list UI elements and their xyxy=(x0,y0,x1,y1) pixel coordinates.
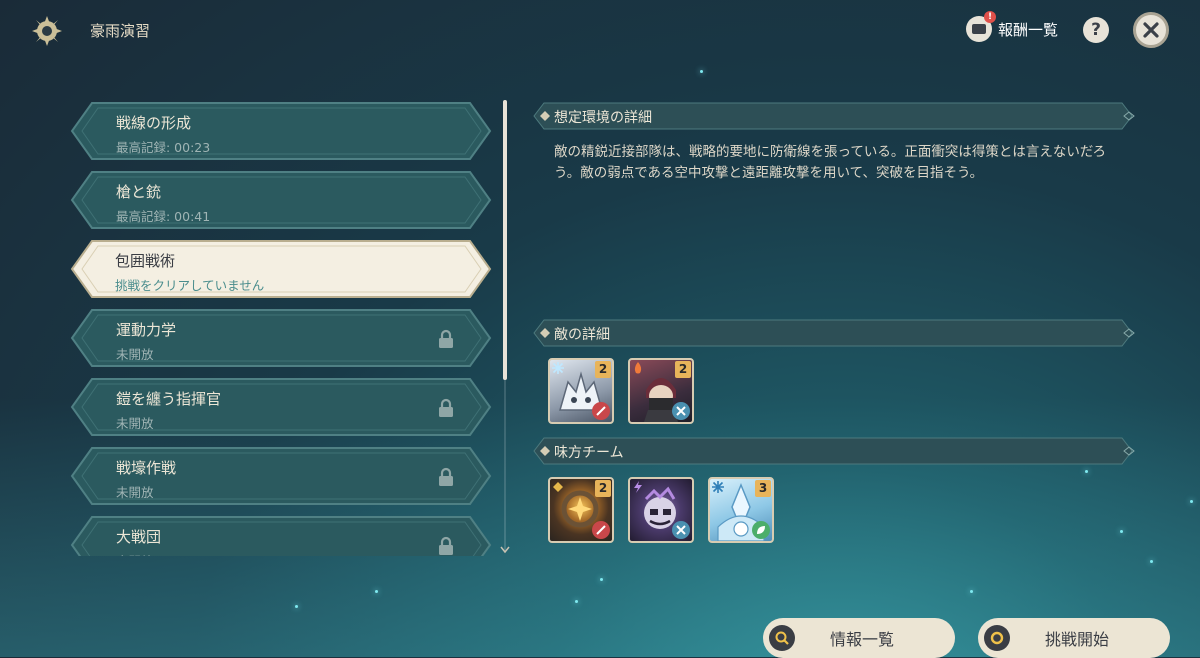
close-button[interactable] xyxy=(1133,12,1169,48)
reward-box-icon: ! xyxy=(966,11,996,42)
sparkle xyxy=(1150,560,1153,563)
stage-name: 包囲戦術 xyxy=(115,252,176,270)
scroll-down-icon[interactable] xyxy=(500,546,510,554)
stage-name: 鎧を纏う指揮官 xyxy=(116,390,222,408)
lock-icon xyxy=(439,329,453,348)
cryo-icon xyxy=(552,362,564,374)
stage-name: 戦線の形成 xyxy=(116,114,192,132)
leaf-icon xyxy=(752,521,770,539)
stage-list-scrollbar[interactable] xyxy=(503,100,507,380)
start-challenge-button[interactable]: 挑戦開始 xyxy=(978,618,1170,658)
enemy-card[interactable]: 2 xyxy=(548,358,614,424)
team-title: 味方チーム xyxy=(554,445,624,461)
level-badge: 3 xyxy=(755,480,771,497)
close-icon xyxy=(1143,22,1159,38)
start-challenge-label: 挑戦開始 xyxy=(1044,630,1109,649)
sparkle xyxy=(1085,470,1088,473)
sword-icon xyxy=(592,402,610,420)
sparkle xyxy=(1120,530,1123,533)
stage-status: 最高記録: 00:41 xyxy=(116,209,211,224)
rewards-label: 報酬一覧 xyxy=(998,20,1059,39)
stage-name: 戦壕作戦 xyxy=(116,459,177,477)
info-list-button[interactable]: 情報一覧 xyxy=(763,618,955,658)
stage-status: 未開放 xyxy=(116,347,154,362)
help-button[interactable]: ? xyxy=(1083,17,1109,43)
team-header: 味方チーム xyxy=(532,436,1136,466)
sparkle xyxy=(970,590,973,593)
sparkle xyxy=(295,605,298,608)
search-icon xyxy=(769,625,795,651)
circle-icon xyxy=(984,625,1010,651)
stage-name: 大戦団 xyxy=(116,528,162,546)
electro-icon xyxy=(634,481,642,493)
scenario-header: 想定環境の詳細 xyxy=(532,101,1136,131)
lock-icon xyxy=(439,398,453,417)
stage-status: 挑戦をクリアしていません xyxy=(115,278,265,293)
geo-icon xyxy=(553,482,563,492)
notification-badge: ! xyxy=(984,11,996,23)
cryo-icon xyxy=(712,481,724,493)
level-badge: 2 xyxy=(675,361,691,378)
enemies-title: 敵の詳細 xyxy=(554,327,610,343)
sparkle xyxy=(600,578,603,581)
sparkle xyxy=(375,590,378,593)
sparkle xyxy=(575,600,578,603)
team-card[interactable]: 2 xyxy=(548,477,614,543)
scenario-title: 想定環境の詳細 xyxy=(554,110,652,126)
event-emblem-icon xyxy=(32,16,62,46)
info-list-label: 情報一覧 xyxy=(829,630,894,649)
stage-item[interactable]: 戦壕作戦 未開放 xyxy=(70,446,492,506)
stage-status: 未開放 xyxy=(116,416,154,431)
stage-item[interactable]: 戦線の形成最高記録: 00:23 xyxy=(70,101,492,161)
stage-item[interactable]: 大戦団未開放 xyxy=(70,515,492,556)
stage-item[interactable]: 包囲戦術挑戦をクリアしていません xyxy=(70,239,492,299)
page-title: 豪雨演習 xyxy=(90,22,151,40)
stage-status: 最高記録: 00:23 xyxy=(116,140,211,155)
stage-status: 未開放 xyxy=(116,485,154,500)
stage-name: 槍と銃 xyxy=(116,183,162,201)
tools-icon xyxy=(672,402,690,420)
stage-name: 運動力学 xyxy=(116,321,177,339)
sparkle xyxy=(700,70,703,73)
lock-icon xyxy=(439,467,453,486)
sparkle xyxy=(1190,500,1193,503)
team-card[interactable]: 3 xyxy=(708,477,774,543)
lock-icon xyxy=(439,536,453,555)
stage-list[interactable]: 戦線の形成最高記録: 00:23 槍と銃最高記録: 00:41 包囲戦術挑戦をクリア… xyxy=(70,98,496,556)
scenario-description: 敵の精鋭近接部隊は、戦略的要地に防衛線を張っている。正面衝突は得策とは言えないだ… xyxy=(554,144,1107,181)
enemies-header: 敵の詳細 xyxy=(532,318,1136,348)
pyro-icon xyxy=(634,362,642,374)
stage-status: 未開放 xyxy=(116,551,154,556)
enemy-card[interactable]: 2 xyxy=(628,358,694,424)
level-badge: 2 xyxy=(595,480,611,497)
stage-item[interactable]: 鎧を纏う指揮官 未開放 xyxy=(70,377,492,437)
stage-item[interactable]: 運動力学 未開放 xyxy=(70,308,492,368)
rewards-button[interactable]: ! 報酬一覧 xyxy=(966,11,1059,42)
stage-item[interactable]: 槍と銃最高記録: 00:41 xyxy=(70,170,492,230)
tools-icon xyxy=(672,521,690,539)
level-badge: 2 xyxy=(595,361,611,378)
team-card[interactable] xyxy=(628,477,694,543)
sword-icon xyxy=(592,521,610,539)
